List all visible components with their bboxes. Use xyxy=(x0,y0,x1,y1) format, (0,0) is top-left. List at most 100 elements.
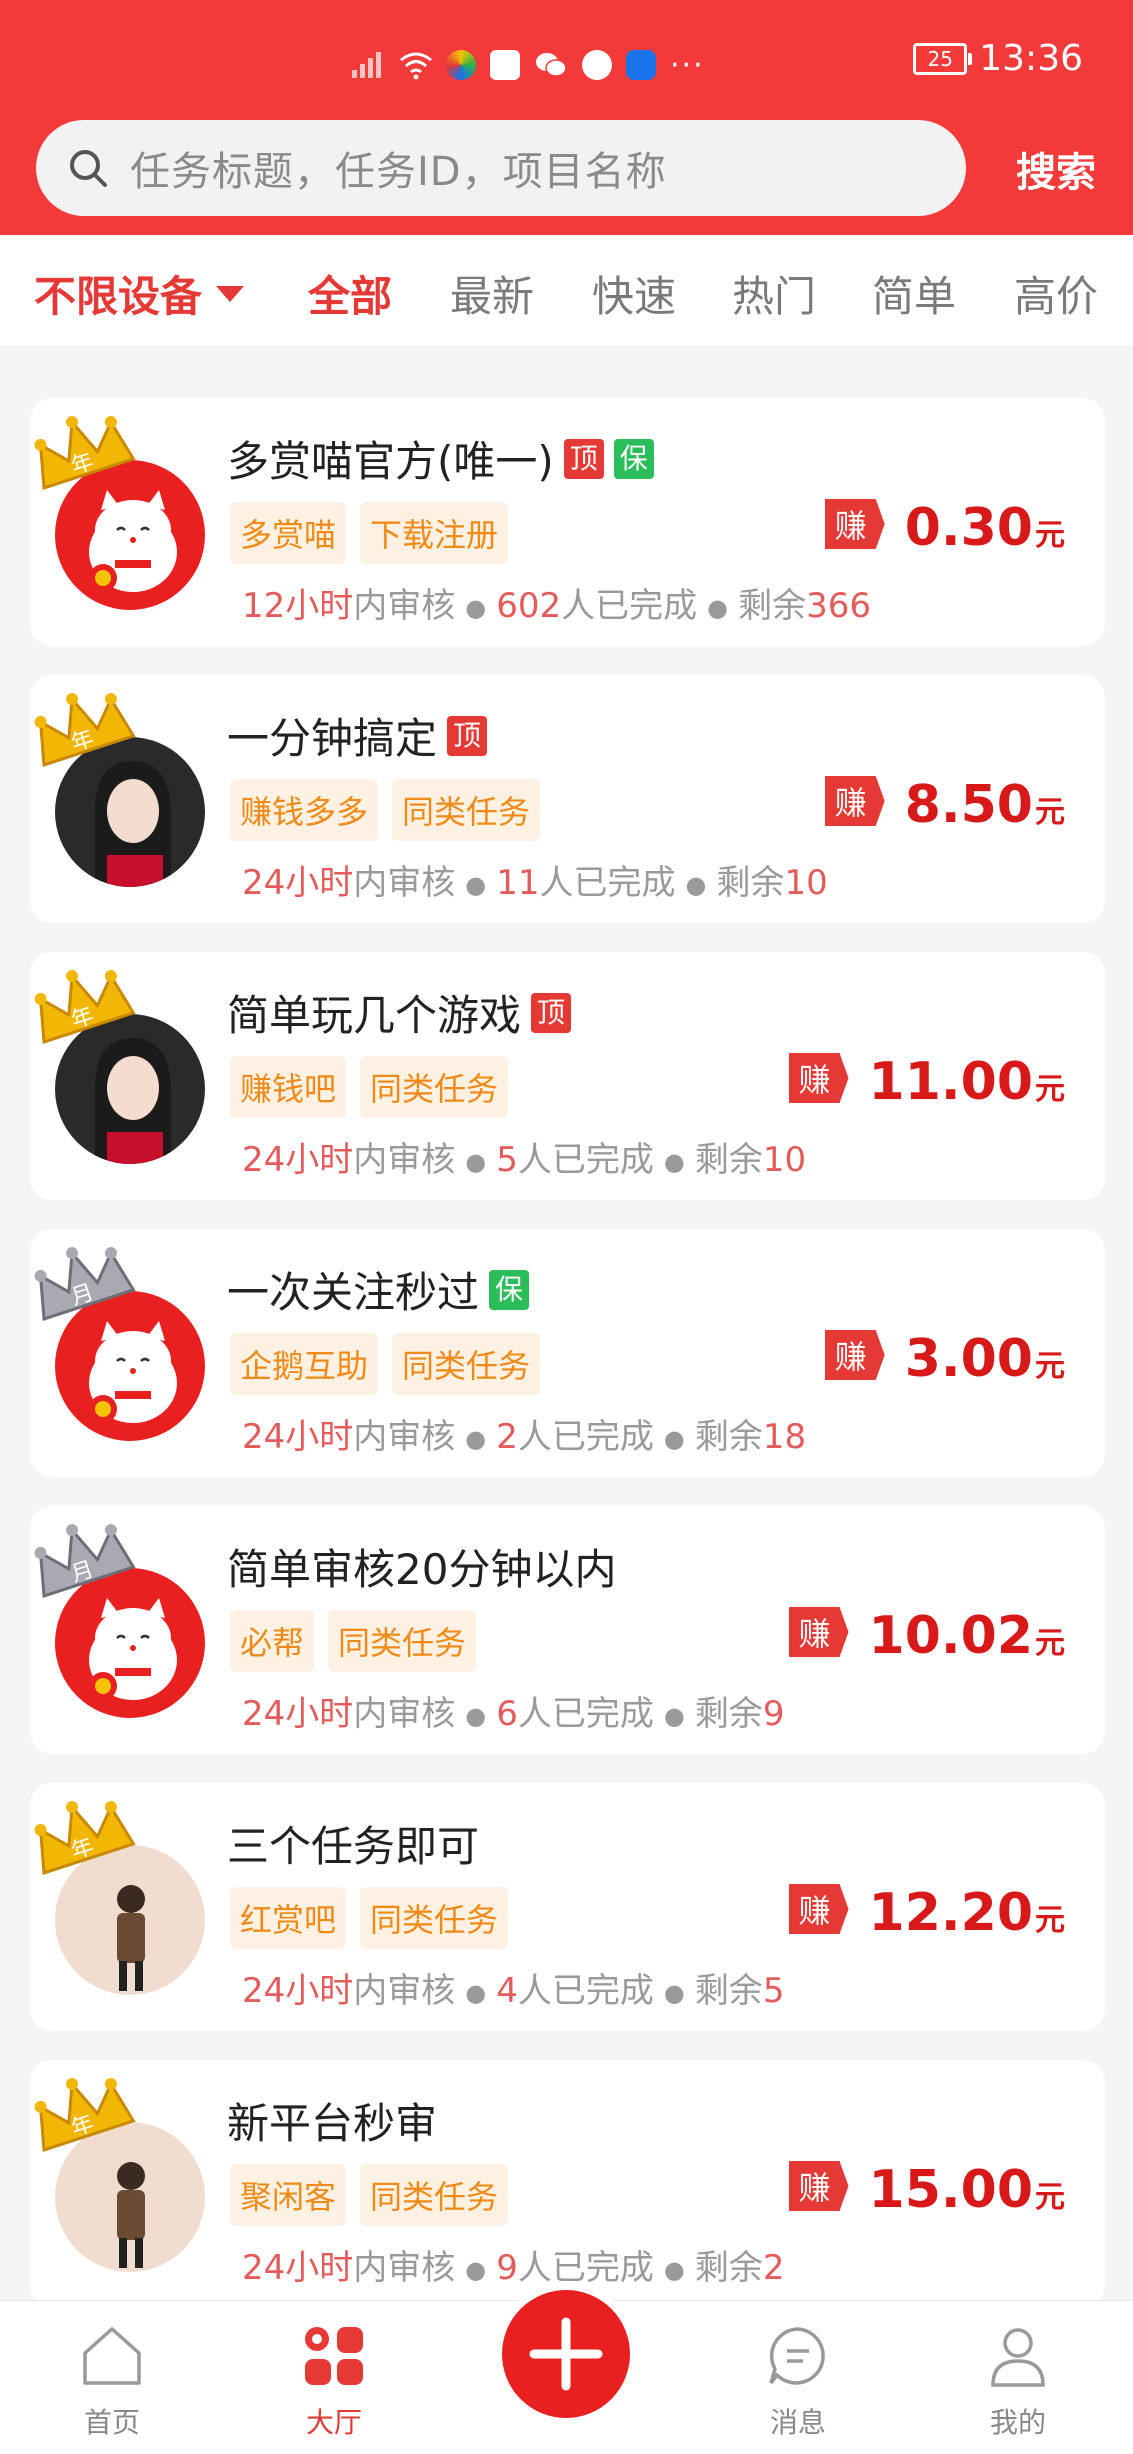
task-card[interactable]: 年简单玩几个游戏顶赚钱吧 同类任务 24小时内审核 ● 5人已完成 ● 剩余10 赚 11.00… xyxy=(30,952,1105,1200)
reward-amount: 10.02 xyxy=(868,1606,1033,1666)
reward-unit: 元 xyxy=(1035,795,1065,830)
reward-unit: 元 xyxy=(1035,1903,1065,1938)
search-button[interactable]: 搜索 xyxy=(1016,140,1096,198)
nav-messages-label: 消息 xyxy=(769,2406,826,2439)
reward-amount: 15.00 xyxy=(868,2160,1033,2220)
remain-count: 5 xyxy=(762,1971,785,2011)
done-suffix: 人已完成 xyxy=(539,863,676,903)
task-tag: 下载注册 xyxy=(360,502,509,564)
signal-icon xyxy=(350,48,384,82)
reward-unit: 元 xyxy=(1035,1072,1065,1107)
nav-home[interactable]: 首页 xyxy=(52,2321,172,2441)
review-suffix: 内审核 xyxy=(353,1694,456,1734)
review-suffix: 内审核 xyxy=(353,863,456,903)
more-icon: ··· xyxy=(670,47,705,83)
task-tag: 同类任务 xyxy=(360,2164,509,2226)
device-filter[interactable]: 不限设备 xyxy=(34,263,245,324)
separator-dot: ● xyxy=(685,870,707,899)
crown-icon: 年 xyxy=(34,970,136,1044)
task-tag: 赚钱多多 xyxy=(230,779,379,841)
separator-dot: ● xyxy=(663,1147,685,1176)
task-tag: 同类任务 xyxy=(328,1610,477,1672)
caret-down-icon xyxy=(216,285,245,302)
tab-high-price[interactable]: 高价 xyxy=(1014,263,1098,324)
task-tag: 聚闲客 xyxy=(230,2164,347,2226)
review-time: 12小时 xyxy=(242,586,354,626)
reward-amount: 8.50 xyxy=(904,775,1033,835)
task-avatar-group: 年 xyxy=(30,1797,210,1995)
separator-dot: ● xyxy=(663,2255,685,2284)
task-card[interactable]: 月 一次关注秒过保企鹅互助 同类任务 24小时内审核 ● 2人已完成 ● 剩余18 赚 3.00 元 xyxy=(30,1229,1105,1477)
reward-amount: 3.00 xyxy=(904,1329,1033,1389)
search-icon xyxy=(70,150,107,187)
tab-all[interactable]: 全部 xyxy=(308,263,392,324)
task-title-row: 三个任务即可 xyxy=(227,1813,479,1874)
top-badge: 顶 xyxy=(563,438,604,479)
task-card[interactable]: 年三个任务即可 红赏吧 同类任务 24小时内审核 ● 4人已完成 ● 剩余5 赚 12.20 元 xyxy=(30,1783,1105,2031)
earn-badge: 赚 xyxy=(824,776,885,826)
separator-dot: ● xyxy=(465,1978,487,2007)
remain-count: 10 xyxy=(784,863,828,903)
task-card[interactable]: 月 简单审核20分钟以内 必帮 同类任务 24小时内审核 ● 6人已完成 ● 剩余9 赚 10.02… xyxy=(30,1506,1105,1754)
review-suffix: 内审核 xyxy=(353,1417,456,1457)
search-input[interactable]: 任务标题，任务ID，项目名称 xyxy=(36,120,966,216)
review-suffix: 内审核 xyxy=(353,1140,456,1180)
user-icon xyxy=(991,2328,1045,2387)
reward-unit: 元 xyxy=(1035,1349,1065,1384)
task-card[interactable]: 年新平台秒审 聚闲客 同类任务 24小时内审核 ● 9人已完成 ● 剩余2 赚 15.00 元 xyxy=(30,2060,1105,2308)
plus-icon xyxy=(529,2317,603,2391)
tab-hot[interactable]: 热门 xyxy=(732,263,816,324)
search-row: 任务标题，任务ID，项目名称 搜索 xyxy=(36,120,1096,218)
nav-hall[interactable]: 大厅 xyxy=(274,2321,394,2441)
task-title-row: 多赏喵官方(唯一) 顶保 xyxy=(227,428,654,489)
nav-mine[interactable]: 我的 xyxy=(958,2321,1078,2441)
reward-amount: 0.30 xyxy=(904,498,1033,558)
review-time: 24小时 xyxy=(242,1971,354,2011)
separator-dot: ● xyxy=(663,1701,685,1730)
task-title: 三个任务即可 xyxy=(227,1822,480,1871)
done-count: 9 xyxy=(496,2248,518,2288)
review-time: 24小时 xyxy=(242,1694,354,1734)
task-title-row: 一次关注秒过保 xyxy=(227,1259,530,1320)
top-badge: 顶 xyxy=(447,715,488,756)
status-bar: ··· 25 13:36 xyxy=(0,0,1133,120)
done-count: 2 xyxy=(496,1417,518,1457)
nav-messages[interactable]: 消息 xyxy=(738,2321,858,2441)
reward-unit: 元 xyxy=(1035,518,1065,553)
review-suffix: 内审核 xyxy=(353,586,456,626)
task-title: 多赏喵官方(唯一) xyxy=(227,437,554,486)
task-meta: 12小时内审核 ● 602人已完成 ● 剩余366 xyxy=(242,578,871,627)
crown-icon: 月 xyxy=(34,1524,136,1598)
reward-unit: 元 xyxy=(1035,1626,1065,1661)
task-card[interactable]: 年多赏喵官方(唯一) 顶保多赏喵 下载注册 12小时内审核 ● 602人已完成 ● 剩余366… xyxy=(30,398,1105,646)
task-title-row: 新平台秒审 xyxy=(227,2090,437,2151)
task-reward: 赚 0.30 元 xyxy=(824,498,1065,558)
tab-simple[interactable]: 简单 xyxy=(872,263,956,324)
task-tag: 同类任务 xyxy=(360,1056,509,1118)
separator-dot: ● xyxy=(465,1147,487,1176)
done-count: 11 xyxy=(496,863,540,903)
done-count: 602 xyxy=(496,586,562,626)
task-title-row: 简单审核20分钟以内 xyxy=(227,1536,616,1597)
remain-count: 18 xyxy=(762,1417,807,1457)
review-time: 24小时 xyxy=(242,2248,354,2288)
add-task-button[interactable] xyxy=(494,2282,638,2426)
wifi-icon xyxy=(398,48,432,82)
remain-prefix: 剩余 xyxy=(694,1971,763,2011)
separator-dot: ● xyxy=(707,593,729,622)
bulb-icon xyxy=(626,50,656,80)
task-tag: 企鹅互助 xyxy=(230,1333,379,1395)
task-tags: 赚钱吧 同类任务 xyxy=(230,1056,509,1118)
tab-latest[interactable]: 最新 xyxy=(450,263,534,324)
separator-dot: ● xyxy=(465,1424,487,1453)
task-card[interactable]: 年 一分钟搞定顶赚钱多多 同类任务 24小时内审核 ● 11人已完成 ● 剩余10 赚 8.50 元 xyxy=(30,675,1105,923)
crown-icon: 月 xyxy=(34,1247,136,1321)
huawei-icon xyxy=(490,50,520,80)
message-icon xyxy=(769,2327,825,2385)
task-title: 一分钟搞定 xyxy=(227,714,438,763)
separator-dot: ● xyxy=(465,870,487,899)
reward-unit: 元 xyxy=(1035,2180,1065,2215)
remain-prefix: 剩余 xyxy=(694,1417,763,1457)
tab-fast[interactable]: 快速 xyxy=(592,263,676,324)
earn-badge: 赚 xyxy=(788,1607,849,1657)
